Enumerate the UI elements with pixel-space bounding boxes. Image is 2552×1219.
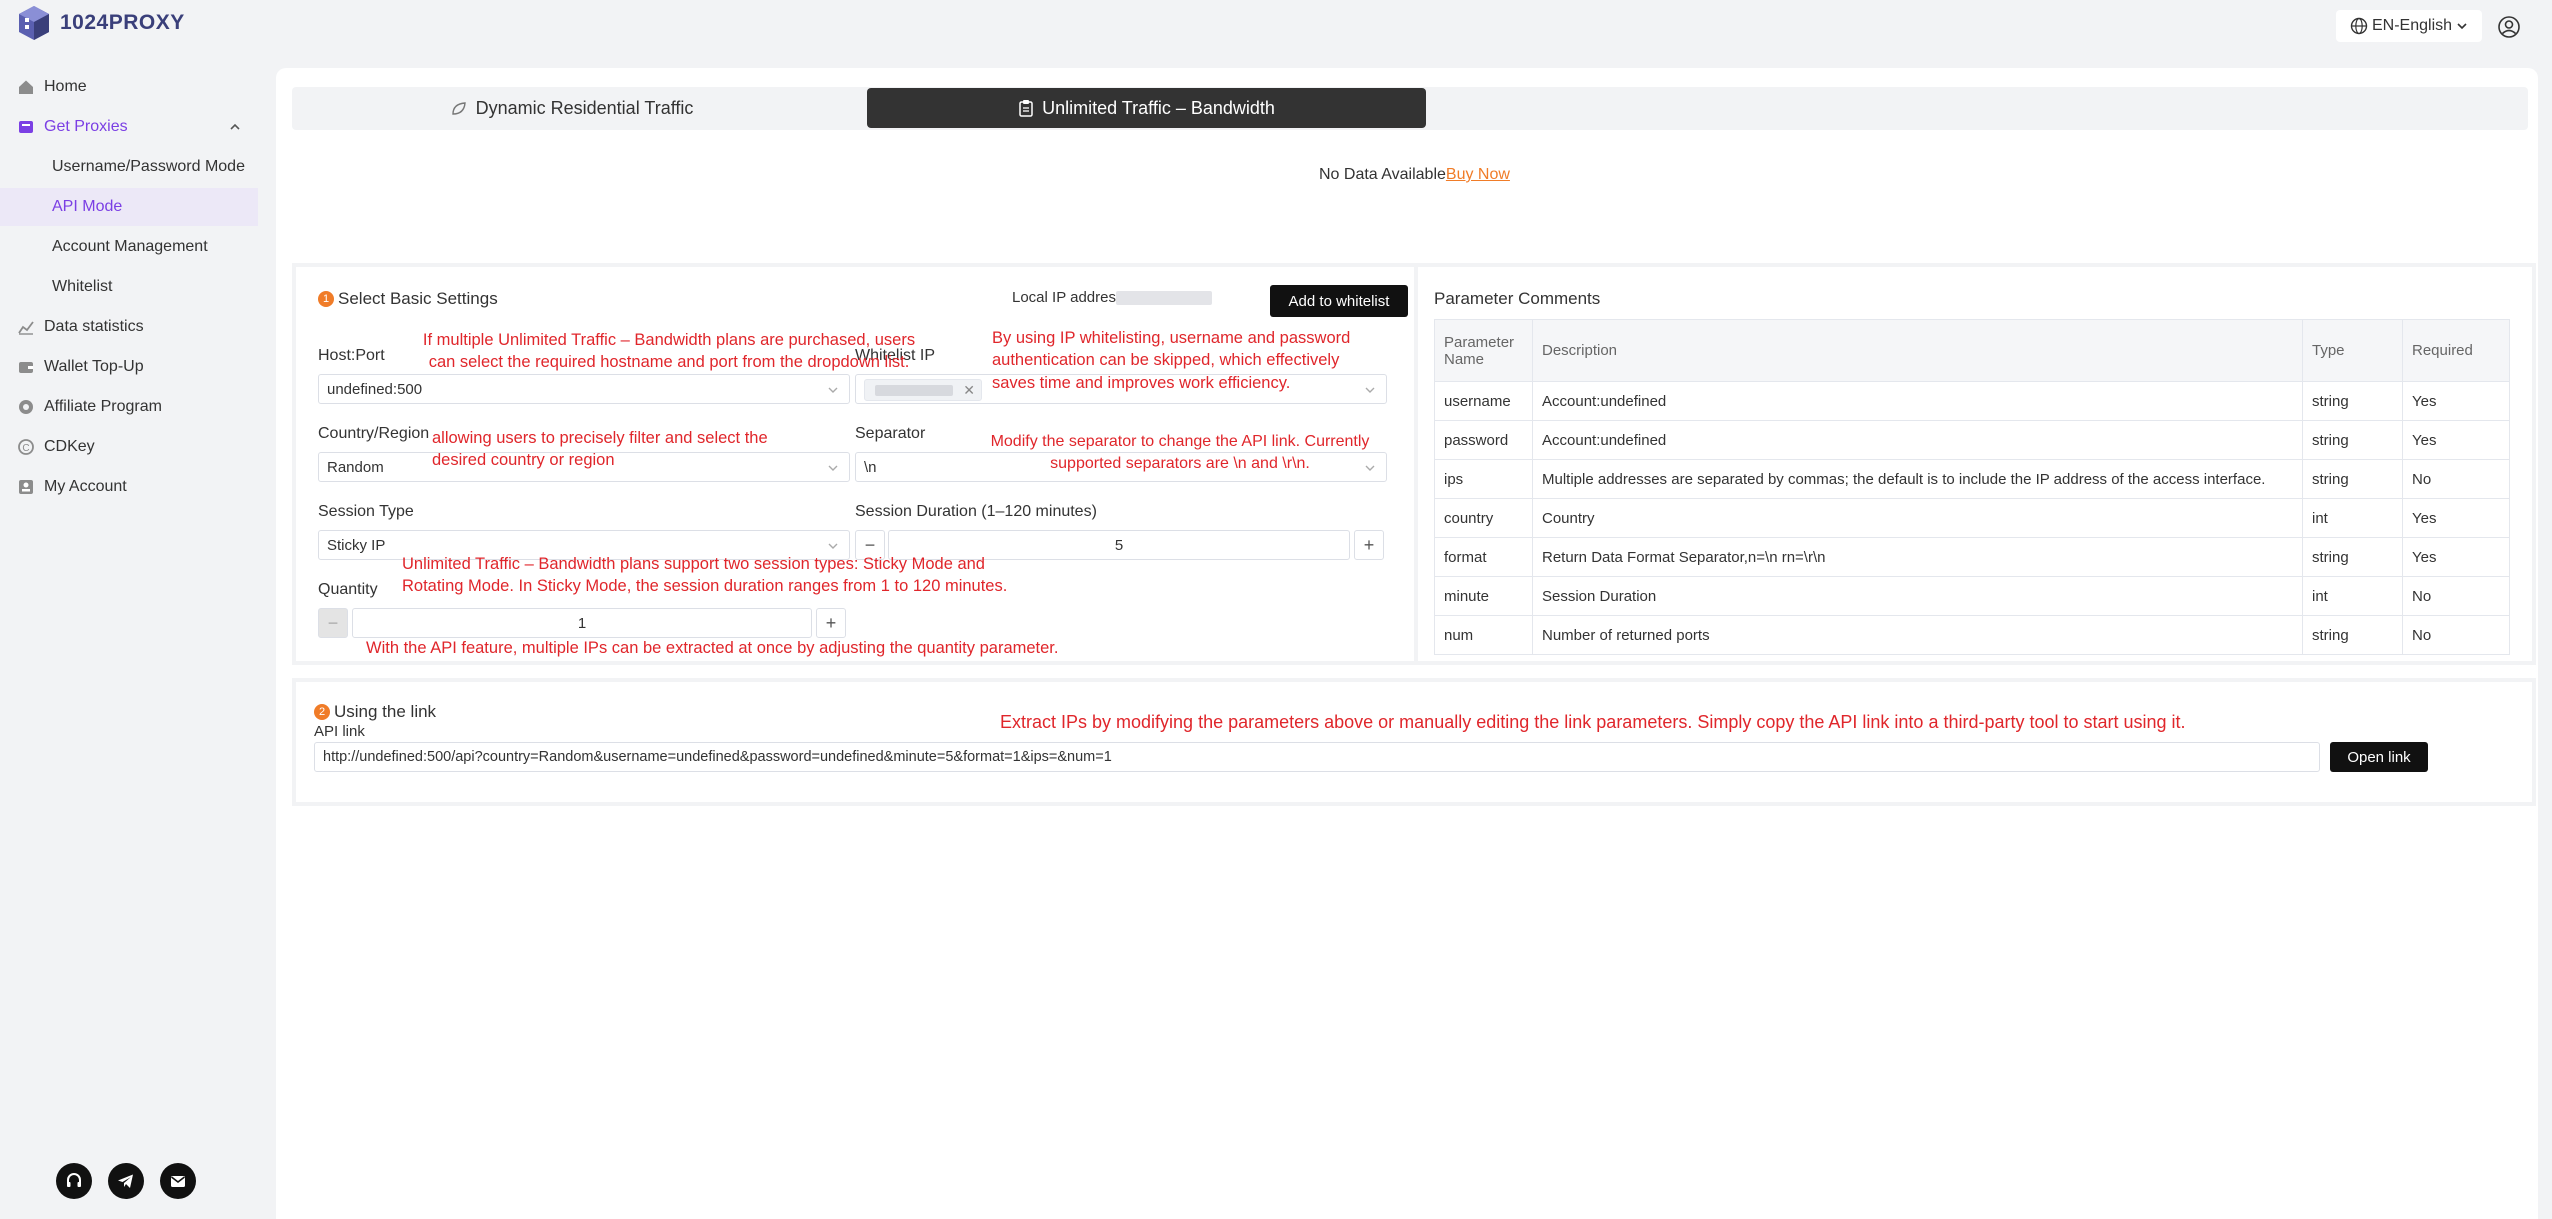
annotation-host-port: If multiple Unlimited Traffic – Bandwidt… xyxy=(422,331,916,372)
table-row: country Country int Yes xyxy=(1434,498,2510,538)
plan-tabs: Dynamic Residential Traffic Unlimited Tr… xyxy=(292,87,2528,130)
parameter-comments-title: Parameter Comments xyxy=(1434,289,1601,308)
chevron-down-icon xyxy=(828,543,838,549)
main-content: Dynamic Residential Traffic Unlimited Tr… xyxy=(276,68,2538,1219)
chart-icon xyxy=(18,321,34,335)
sidebar-item-data-statistics[interactable]: Data statistics xyxy=(0,308,258,346)
logo-cube-icon xyxy=(19,6,49,40)
column-header: Parameter Name xyxy=(1434,319,1533,382)
api-link-input[interactable]: http://undefined:500/api?country=Random&… xyxy=(314,742,2320,772)
quantity-label: Quantity xyxy=(318,581,378,598)
affiliate-icon xyxy=(19,400,33,414)
host-port-label: Host:Port xyxy=(318,347,385,364)
parameter-comments-panel: Parameter Comments Parameter Name Descri… xyxy=(1414,263,2536,665)
table-row: minute Session Duration int No xyxy=(1434,576,2510,616)
basic-settings-panel: 1 Select Basic Settings Local IP address… xyxy=(292,263,1426,665)
language-selector[interactable]: EN-English xyxy=(2336,10,2482,42)
svg-text:C: C xyxy=(22,443,29,454)
headset-support-icon[interactable] xyxy=(56,1163,92,1199)
annotation-separator: Modify the separator to change the API l… xyxy=(990,433,1370,472)
leaf-icon xyxy=(451,101,466,115)
chevron-up-icon[interactable] xyxy=(228,120,242,134)
sidebar-item-account-management[interactable]: Account Management xyxy=(0,228,258,266)
quantity-input[interactable]: 1 xyxy=(352,608,812,638)
sidebar-item-cdkey[interactable]: C CDKey xyxy=(0,428,258,466)
globe-icon xyxy=(2350,17,2368,35)
remove-tag-icon[interactable]: ✕ xyxy=(963,382,975,399)
table-row: format Return Data Format Separator,n=\n … xyxy=(1434,537,2510,577)
buy-now-link[interactable]: Buy Now xyxy=(1446,166,1510,183)
no-data-message: No Data AvailableBuy Now xyxy=(1319,166,1510,183)
quantity-increment[interactable]: + xyxy=(816,608,846,638)
step-two-badge: 2 xyxy=(314,704,330,720)
user-icon[interactable] xyxy=(2496,14,2522,40)
tab-unlimited-traffic-bandwidth[interactable]: Unlimited Traffic – Bandwidth xyxy=(867,88,1426,128)
logo-text: 1024PROXY xyxy=(60,11,185,34)
local-ip-value-redacted xyxy=(1116,291,1212,305)
annotation-session: Unlimited Traffic – Bandwidth plans supp… xyxy=(402,555,1008,596)
chevron-down-icon xyxy=(2457,23,2467,30)
quantity-decrement[interactable]: − xyxy=(318,608,348,638)
sidebar-item-get-proxies[interactable]: Get Proxies xyxy=(0,108,258,146)
local-ip-label: Local IP address: xyxy=(1012,289,1128,306)
annotation-quantity: With the API feature, multiple IPs can b… xyxy=(366,639,1059,657)
key-icon: C xyxy=(18,439,34,455)
using-link-title: 2 Using the link xyxy=(314,702,436,722)
table-row: num Number of returned ports string No xyxy=(1434,615,2510,655)
table-row: ips Multiple addresses are separated by c… xyxy=(1434,459,2510,499)
sidebar-item-wallet-top-up[interactable]: Wallet Top-Up xyxy=(0,348,258,386)
host-port-select[interactable]: undefined:500 xyxy=(318,374,850,404)
basic-settings-title: 1 Select Basic Settings xyxy=(318,289,498,309)
session-duration-increment[interactable]: + xyxy=(1354,530,1384,560)
sidebar-item-username-password-mode[interactable]: Username/Password Mode xyxy=(0,148,258,186)
country-region-label: Country/Region xyxy=(318,425,430,442)
add-to-whitelist-button[interactable]: Add to whitelist xyxy=(1270,285,1408,317)
clipboard-icon xyxy=(1019,100,1033,117)
annotation-link: Extract IPs by modifying the parameters … xyxy=(1000,712,2186,732)
step-one-badge: 1 xyxy=(318,291,334,307)
column-header: Required xyxy=(2402,319,2510,382)
top-bar: 1024PROXY EN-English xyxy=(0,0,2552,52)
sidebar-item-api-mode[interactable]: API Mode xyxy=(0,188,258,226)
sidebar-item-my-account[interactable]: My Account xyxy=(0,468,258,506)
logo[interactable]: 1024PROXY xyxy=(16,4,185,42)
sidebar: Home Get Proxies Username/Password Mode … xyxy=(0,52,258,1219)
tab-dynamic-residential-traffic[interactable]: Dynamic Residential Traffic xyxy=(292,87,851,130)
support-icons xyxy=(56,1163,196,1199)
sidebar-item-affiliate-program[interactable]: Affiliate Program xyxy=(0,388,258,426)
language-label: EN-English xyxy=(2371,17,2453,34)
home-icon xyxy=(19,80,33,94)
telegram-icon[interactable] xyxy=(108,1163,144,1199)
session-duration-label: Session Duration (1–120 minutes) xyxy=(855,503,1097,520)
sidebar-item-whitelist[interactable]: Whitelist xyxy=(0,268,258,306)
proxy-icon xyxy=(19,121,33,133)
parameter-table: Parameter Name Description Type Required… xyxy=(1434,319,2510,655)
column-header: Type xyxy=(2302,319,2403,382)
whitelist-ip-redacted xyxy=(875,385,953,396)
chevron-down-icon xyxy=(828,387,838,393)
api-link-label: API link xyxy=(314,723,365,740)
whitelist-ip-tag: ✕ xyxy=(864,379,982,401)
table-header-row: Parameter Name Description Type Required xyxy=(1434,319,2510,382)
table-row: username Account:undefined string Yes xyxy=(1434,381,2510,421)
table-row: password Account:undefined string Yes xyxy=(1434,420,2510,460)
sidebar-item-home[interactable]: Home xyxy=(0,68,258,106)
column-header: Description xyxy=(1532,319,2303,382)
using-link-panel: 2 Using the link API link http://undefin… xyxy=(292,678,2536,806)
open-link-button[interactable]: Open link xyxy=(2330,742,2428,772)
session-type-label: Session Type xyxy=(318,503,414,520)
account-icon xyxy=(19,480,33,494)
wallet-icon xyxy=(19,362,33,373)
email-icon[interactable] xyxy=(160,1163,196,1199)
annotation-whitelist: By using IP whitelisting, username and p… xyxy=(992,329,1351,392)
annotation-country: allowing users to precisely filter and s… xyxy=(432,429,768,470)
